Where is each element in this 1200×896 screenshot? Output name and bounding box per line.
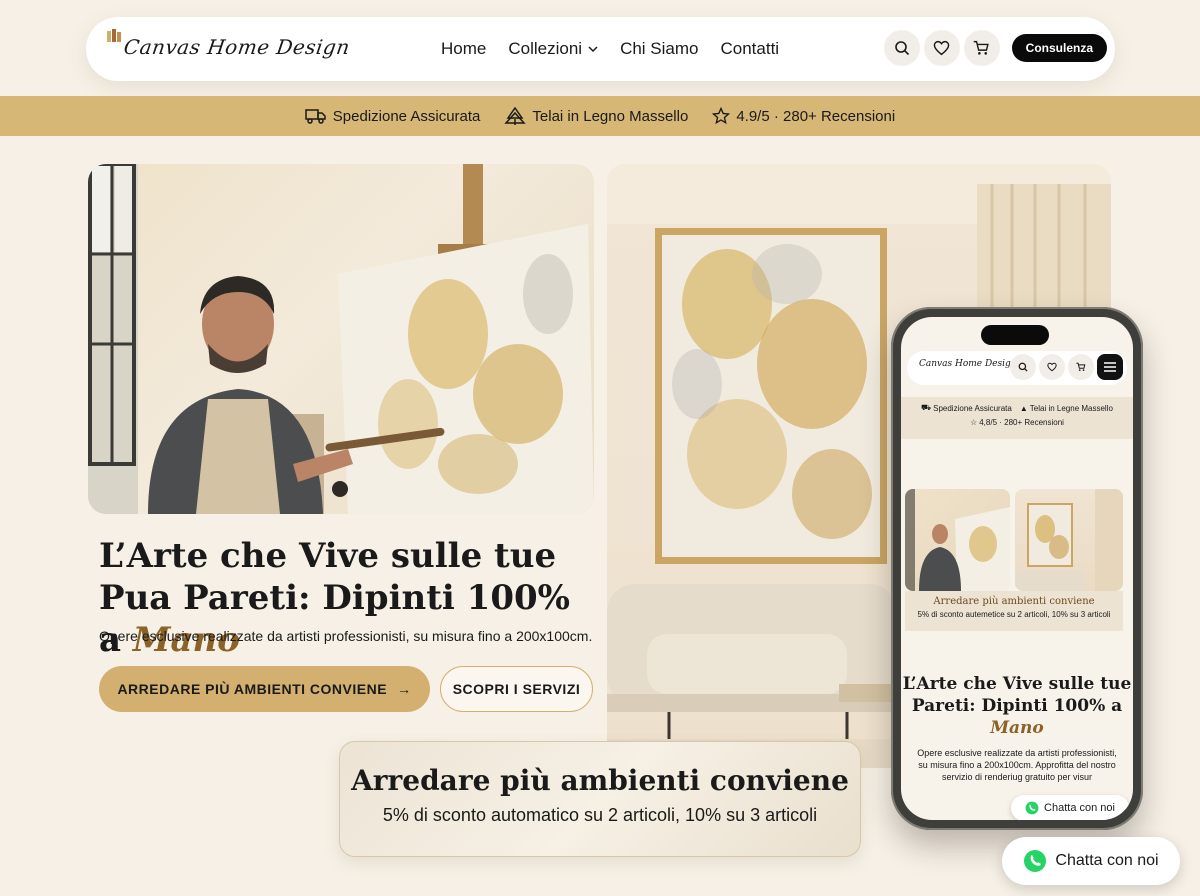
logo-wordmark: Canvas Home Design xyxy=(122,35,352,59)
nav-home[interactable]: Home xyxy=(441,39,486,59)
mobile-trust-frames-label: Telai in Legne Massello xyxy=(1029,403,1113,413)
nav-contatti-label: Contatti xyxy=(720,39,780,58)
mobile-hero-body: Opere esclusive realizzate da artisti pr… xyxy=(917,748,1117,782)
header-actions: Consulenza xyxy=(883,30,1107,66)
mobile-hero-title: L’Arte che Vive sulle tue Pareti: Dipint… xyxy=(901,673,1133,739)
mobile-hero-title-main: L’Arte che Vive sulle tue Pareti: Dipint… xyxy=(902,674,1132,716)
nav-chi-siamo[interactable]: Chi Siamo xyxy=(620,39,698,59)
cart-icon xyxy=(1076,362,1086,371)
wishlist-button[interactable] xyxy=(923,30,960,66)
chevron-down-icon xyxy=(588,46,598,53)
promo-card: Arredare più ambienti conviene 5% di sco… xyxy=(339,741,861,857)
logo-mark-icon xyxy=(107,29,121,42)
trees-icon: ▲ xyxy=(1019,403,1028,413)
cart-button[interactable] xyxy=(963,30,1000,66)
mobile-living-room-image xyxy=(1015,489,1123,591)
trust-shipping-label: Spedizione Assicurata xyxy=(332,107,481,125)
phone-notch xyxy=(981,325,1049,345)
nav-chi-siamo-label: Chi Siamo xyxy=(620,39,699,58)
mobile-trust-reviews-label: 4,8/5 · 280+ Recensioni xyxy=(979,418,1064,427)
mobile-trust-reviews: ☆ 4,8/5 · 280+ Recensioni xyxy=(970,418,1064,427)
trees-icon xyxy=(504,107,527,125)
promo-title: Arredare più ambienti conviene xyxy=(351,764,849,797)
mobile-header-actions xyxy=(1010,354,1123,380)
consulenza-button[interactable]: Consulenza xyxy=(1011,34,1107,62)
whatsapp-icon xyxy=(1025,801,1039,815)
mobile-search-button[interactable] xyxy=(1010,354,1036,380)
nav-home-label: Home xyxy=(441,39,487,58)
trust-item-reviews: 4.9/5 · 280+ Recensioni xyxy=(712,107,895,125)
mobile-logo[interactable]: Canvas Home Design xyxy=(919,359,1017,369)
heart-icon xyxy=(1047,362,1057,372)
trust-frames-label: Telai in Legno Massello xyxy=(532,107,689,125)
main-nav: Home Collezioni Chi Siamo Contatti xyxy=(441,17,779,81)
mobile-trust-shipping-label: Spedizione Assicurata xyxy=(933,403,1012,413)
mobile-trust-shipping: ⛟ Spedizione Assicurata xyxy=(921,403,1012,413)
mobile-promo-title: Arredare più ambienti conviene xyxy=(933,596,1095,607)
arredare-cta-button[interactable]: ARREDARE PIÙ AMBIENTI CONVIENE → xyxy=(99,666,430,712)
truck-icon xyxy=(305,109,326,124)
site-header: Canvas Home Design Home Collezioni Chi S… xyxy=(86,17,1115,81)
mobile-cart-button[interactable] xyxy=(1068,354,1094,380)
trust-item-frames: Telai in Legno Massello xyxy=(504,107,688,125)
chat-label: Chatta con noi xyxy=(1055,852,1159,869)
mobile-hero-title-accent: Mano xyxy=(990,718,1044,738)
mobile-artist-image xyxy=(905,489,1010,591)
mobile-menu-button[interactable] xyxy=(1097,354,1123,380)
star-icon xyxy=(712,107,731,125)
mobile-header: Canvas Home Design xyxy=(907,351,1127,385)
arrow-right-icon: → xyxy=(397,681,412,697)
mobile-trust-bar: ⛟ Spedizione Assicurata ▲ Telai in Legne M… xyxy=(901,397,1133,439)
trust-item-shipping: Spedizione Assicurata xyxy=(305,107,481,125)
chat-button[interactable]: Chatta con noi xyxy=(1002,837,1180,885)
brand-logo[interactable]: Canvas Home Design xyxy=(106,25,351,73)
phone-mockup: Canvas Home Design ⛟ Spedizione Assicura… xyxy=(891,307,1143,830)
hero-subtitle: Opere esclusive realizzate da artisti pr… xyxy=(99,628,593,644)
mobile-promo: Arredare più ambienti conviene 5% di sco… xyxy=(905,591,1123,631)
truck-icon: ⛟ xyxy=(921,403,932,412)
search-button[interactable] xyxy=(883,30,920,66)
nav-contatti[interactable]: Contatti xyxy=(720,39,779,59)
hamburger-menu-icon xyxy=(1104,362,1116,372)
scopri-servizi-button[interactable]: SCOPRI I SERVIZI xyxy=(440,666,593,712)
whatsapp-icon xyxy=(1024,850,1047,872)
cart-icon xyxy=(973,40,989,55)
phone-screen: Canvas Home Design ⛟ Spedizione Assicura… xyxy=(901,317,1133,820)
trust-reviews-label: 4.9/5 · 280+ Recensioni xyxy=(736,107,896,125)
mobile-wishlist-button[interactable] xyxy=(1039,354,1065,380)
search-icon xyxy=(894,41,909,56)
trust-bar: Spedizione Assicurata Telai in Legno Mas… xyxy=(0,96,1200,136)
arredare-cta-label: ARREDARE PIÙ AMBIENTI CONVIENE xyxy=(117,681,388,697)
mobile-promo-subtitle: 5% di sconto autemetice su 2 articoli, 1… xyxy=(917,610,1111,619)
search-icon xyxy=(1018,362,1028,372)
mobile-chat-button[interactable]: Chatta con noi xyxy=(1011,795,1129,820)
mobile-trust-frames: ▲ Telai in Legne Massello xyxy=(1020,403,1113,413)
artist-painting-image xyxy=(88,164,594,514)
promo-subtitle: 5% di sconto automatico su 2 articoli, 1… xyxy=(382,805,818,825)
nav-collezioni[interactable]: Collezioni xyxy=(508,39,598,59)
nav-collezioni-label: Collezioni xyxy=(508,39,583,58)
mobile-chat-label: Chatta con noi xyxy=(1044,802,1115,814)
star-icon: ☆ xyxy=(970,418,978,427)
heart-icon xyxy=(933,40,950,56)
